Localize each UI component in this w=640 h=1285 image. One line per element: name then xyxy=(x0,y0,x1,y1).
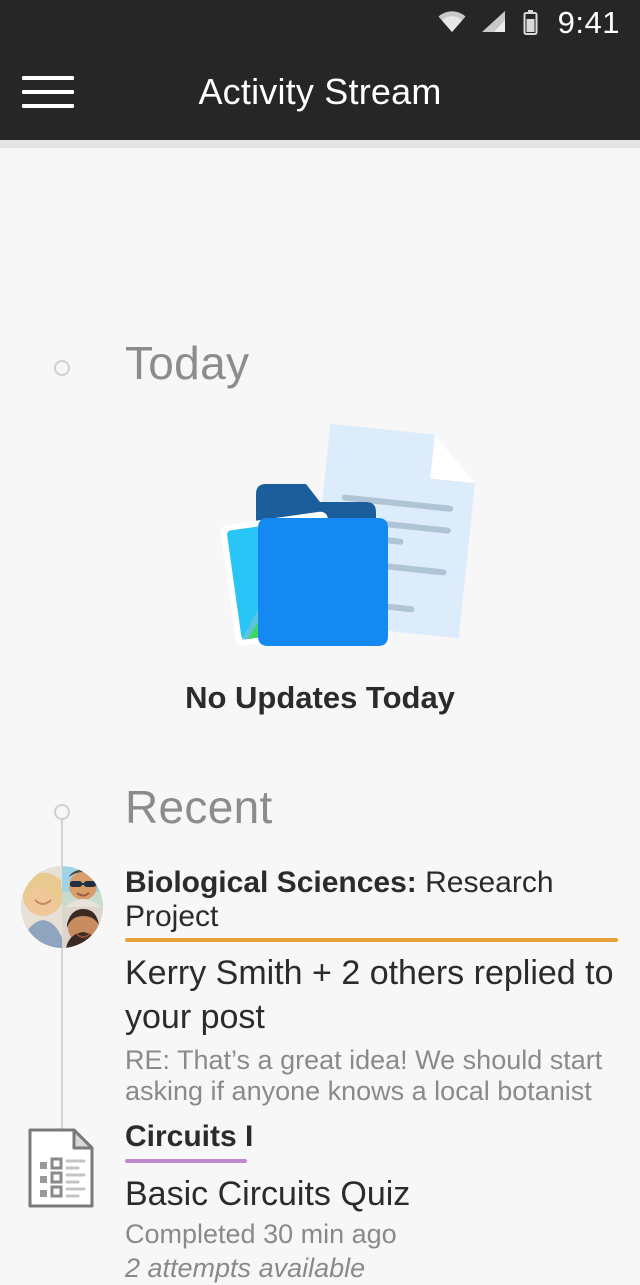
empty-folder-document-photo-illustration xyxy=(170,416,500,656)
activity-course-name: Biological Sciences: xyxy=(125,866,417,899)
timeline-node-recent xyxy=(54,804,70,820)
section-heading-today: Today xyxy=(125,337,250,389)
empty-state-label: No Updates Today xyxy=(185,680,455,715)
activity-accent-rule xyxy=(125,938,618,943)
activity-accent-rule xyxy=(125,1158,247,1163)
app-bar-divider xyxy=(0,140,640,148)
activity-headline: Kerry Smith + 2 others replied to your p… xyxy=(125,954,614,1037)
timeline-node-today xyxy=(54,360,70,376)
wifi-icon xyxy=(438,11,466,33)
cellular-signal-icon xyxy=(481,11,507,33)
quiz-document-icon[interactable] xyxy=(28,1128,94,1208)
activity-preview-text: RE: That’s a great idea! We should start… xyxy=(125,1044,603,1106)
hamburger-menu-icon[interactable] xyxy=(22,72,74,112)
activity-course-line[interactable]: Circuits I xyxy=(125,1120,253,1159)
activity-status: Completed 30 min ago xyxy=(125,1218,397,1249)
battery-icon xyxy=(523,9,538,35)
activity-item-body: Circuits I Basic Circuits Quiz Completed… xyxy=(125,1120,618,1285)
status-bar-clock: 9:41 xyxy=(557,4,620,40)
status-bar: 9:41 xyxy=(0,0,640,44)
activity-attempts: 2 attempts available xyxy=(125,1253,366,1284)
activity-item-body: Biological Sciences: Research Project Ke… xyxy=(125,866,618,1107)
page-title: Activity Stream xyxy=(198,71,442,112)
activity-course-line[interactable]: Biological Sciences: Research Project xyxy=(125,866,618,938)
section-heading-recent: Recent xyxy=(125,781,273,833)
activity-headline: Basic Circuits Quiz xyxy=(125,1174,411,1213)
activity-course-name: Circuits I xyxy=(125,1120,254,1153)
activity-stream-list[interactable]: Today No Updates Today Recent Biological… xyxy=(0,148,640,1283)
group-avatar[interactable] xyxy=(21,866,103,948)
app-bar: Activity Stream xyxy=(0,44,640,140)
